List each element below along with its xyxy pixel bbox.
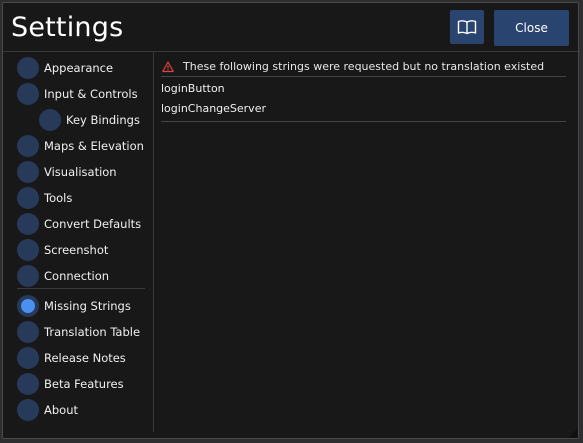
radio-icon <box>17 321 39 343</box>
settings-window: Settings Close Appearance Input & Contro… <box>2 2 579 439</box>
sidebar-item-label: Tools <box>44 191 73 205</box>
sidebar-item-tools[interactable]: Tools <box>17 186 72 210</box>
missing-strings-list: loginButton loginChangeServer <box>161 79 566 122</box>
warning-text: These following strings were requested b… <box>183 60 545 73</box>
sidebar-item-appearance[interactable]: Appearance <box>17 56 113 80</box>
radio-icon <box>17 57 39 79</box>
sidebar-item-visualisation[interactable]: Visualisation <box>17 160 117 184</box>
sidebar-item-key-bindings[interactable]: Key Bindings <box>39 108 140 132</box>
sidebar-item-label: Connection <box>44 269 110 283</box>
header: Settings Close <box>3 3 578 52</box>
sidebar-item-label: Screenshot <box>44 243 109 257</box>
sidebar-item-label: Maps & Elevation <box>44 139 144 153</box>
docs-button[interactable] <box>450 10 484 44</box>
radio-icon <box>17 373 39 395</box>
close-button[interactable]: Close <box>494 10 569 46</box>
sidebar-item-screenshot[interactable]: Screenshot <box>17 238 108 262</box>
sidebar-item-connection[interactable]: Connection <box>17 264 109 288</box>
radio-icon <box>17 83 39 105</box>
book-icon <box>457 19 477 35</box>
sidebar-divider <box>17 288 145 289</box>
radio-icon <box>17 135 39 157</box>
sidebar-item-missing-strings[interactable]: Missing Strings <box>17 294 131 318</box>
sidebar-item-label: Convert Defaults <box>44 217 142 231</box>
list-item: loginChangeServer <box>161 102 266 115</box>
radio-icon <box>17 347 39 369</box>
sidebar-item-about[interactable]: About <box>17 398 78 422</box>
sidebar-item-label: Key Bindings <box>66 113 140 127</box>
sidebar-item-maps-elevation[interactable]: Maps & Elevation <box>17 134 144 158</box>
sidebar-item-release-notes[interactable]: Release Notes <box>17 346 126 370</box>
sidebar-item-label: Appearance <box>44 61 114 75</box>
radio-selected-icon <box>17 295 39 317</box>
sidebar-item-label: Input & Controls <box>44 87 138 101</box>
sidebar-item-translation-table[interactable]: Translation Table <box>17 320 140 344</box>
radio-icon <box>39 109 61 131</box>
list-item: loginButton <box>161 82 225 95</box>
sidebar-item-beta-features[interactable]: Beta Features <box>17 372 124 396</box>
radio-icon <box>17 213 39 235</box>
radio-icon <box>17 161 39 183</box>
sidebar-item-input-controls[interactable]: Input & Controls <box>17 82 138 106</box>
sidebar-item-label: About <box>44 403 79 417</box>
sidebar-item-convert-defaults[interactable]: Convert Defaults <box>17 212 141 236</box>
resize-handle[interactable] <box>568 428 578 438</box>
sidebar-item-label: Missing Strings <box>44 299 131 313</box>
settings-sidebar: Appearance Input & Controls Key Bindings… <box>3 52 154 432</box>
sidebar-item-label: Beta Features <box>44 377 124 391</box>
radio-icon <box>17 239 39 261</box>
radio-icon <box>17 187 39 209</box>
warning-icon <box>162 60 174 73</box>
missing-strings-panel: These following strings were requested b… <box>161 52 566 432</box>
radio-icon <box>17 265 39 287</box>
window-title: Settings <box>11 12 124 43</box>
sidebar-item-label: Release Notes <box>44 351 126 365</box>
warning-banner: These following strings were requested b… <box>161 57 566 77</box>
sidebar-item-label: Visualisation <box>44 165 117 179</box>
sidebar-item-label: Translation Table <box>44 325 141 339</box>
radio-icon <box>17 399 39 421</box>
